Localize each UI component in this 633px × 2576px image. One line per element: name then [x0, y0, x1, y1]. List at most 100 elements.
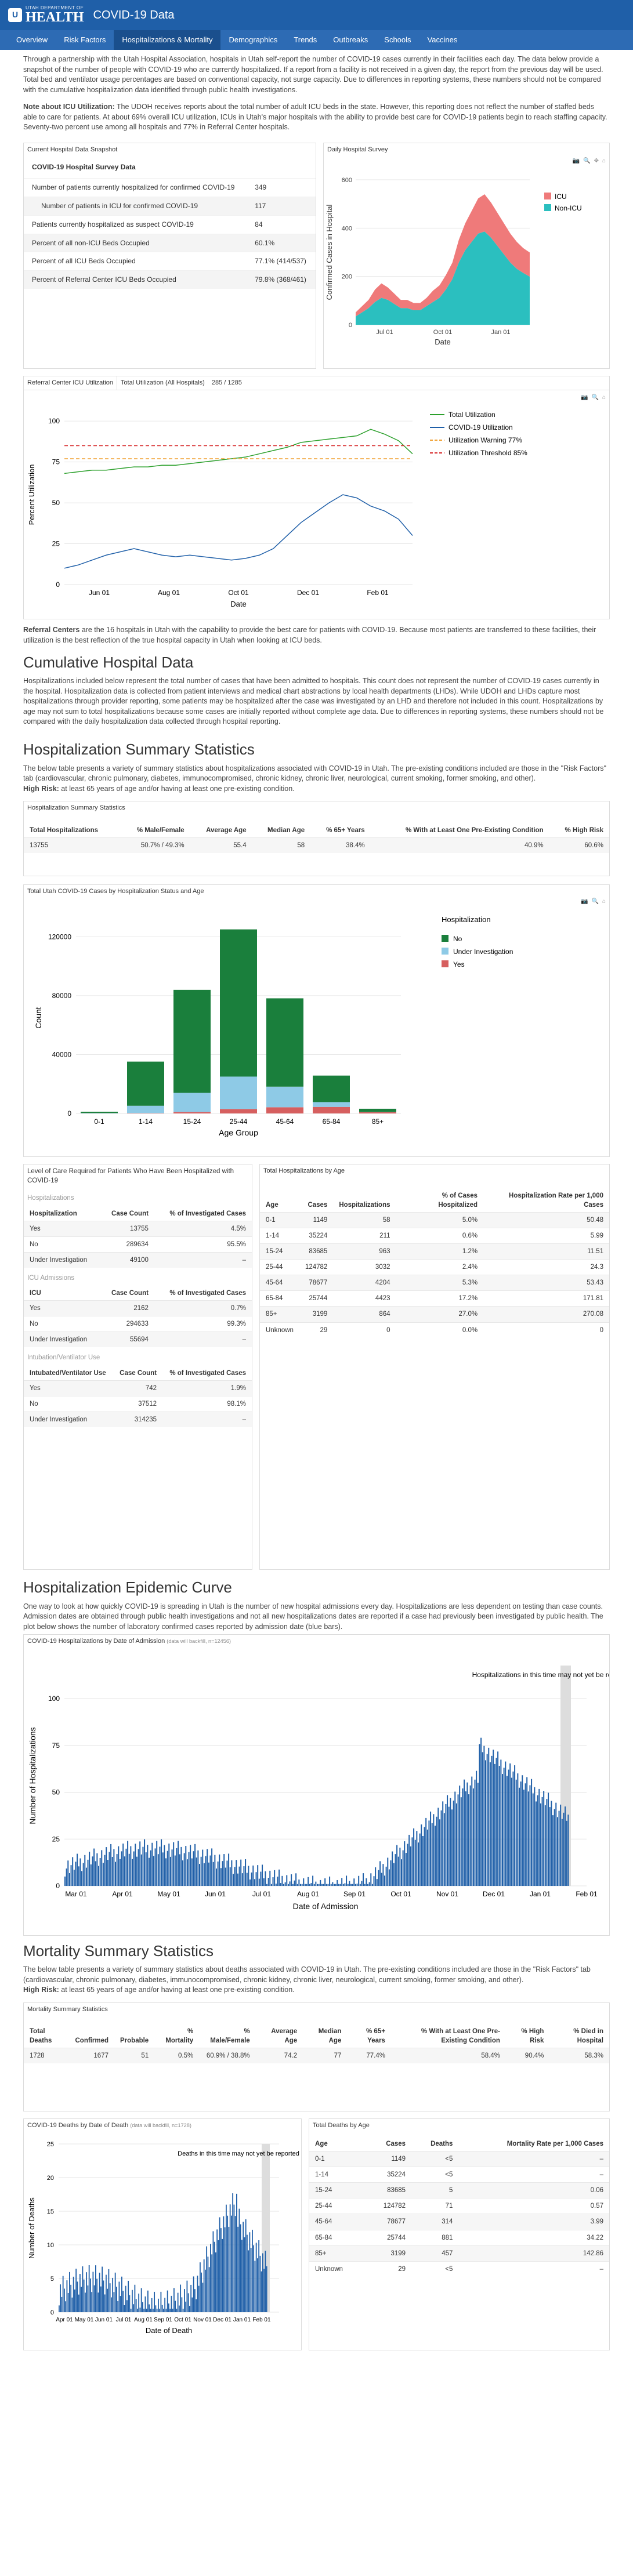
home-icon[interactable]: ⌂ [602, 157, 606, 165]
death-bar [77, 2281, 78, 2312]
death-bar [229, 2204, 231, 2312]
table-cell: 124782 [364, 2198, 412, 2214]
epi-bar [445, 1804, 447, 1886]
table-cell: 53.43 [483, 1275, 609, 1291]
deaths-date-chart[interactable]: 0 5 10 15 20 25 Apr 01 May 01 Jun 01 Jul 01 Aug 01… [24, 2132, 301, 2350]
epi-bar [245, 1859, 247, 1886]
death-bar [104, 2294, 106, 2312]
epi-bar [436, 1816, 437, 1886]
death-bar [144, 2296, 146, 2312]
zoom-icon[interactable]: 🔍 [583, 157, 590, 165]
epi-bar [248, 1866, 249, 1886]
epi-bar [153, 1856, 154, 1886]
epi-bar [339, 1884, 341, 1886]
epi-bar [286, 1875, 288, 1886]
epi-bar [121, 1851, 122, 1886]
pan-icon[interactable]: ✥ [594, 157, 599, 165]
death-bar [67, 2292, 69, 2312]
bar-yes [313, 1106, 350, 1113]
nav-outbreaks[interactable]: Outbreaks [325, 30, 376, 50]
y-tick-label: 15 [47, 2208, 54, 2215]
legend-label: COVID-19 Utilization [448, 423, 513, 431]
camera-icon[interactable]: 📷 [573, 157, 580, 165]
table-cell: <5 [411, 2261, 459, 2277]
snapshot-panel-title: Current Hospital Data Snapshot [27, 146, 118, 153]
death-bar [81, 2287, 82, 2312]
nav-schools[interactable]: Schools [376, 30, 419, 50]
table-cell: 15-24 [260, 1243, 299, 1260]
epi-bar [482, 1752, 483, 1886]
epi-bar [225, 1867, 226, 1886]
death-bar [121, 2276, 122, 2312]
col-header: % Male/Female [210, 2027, 250, 2045]
nav-trends[interactable]: Trends [285, 30, 325, 50]
table-cell: 83685 [299, 1243, 334, 1260]
table-cell: 50.48 [483, 1211, 609, 1228]
epi-bar [477, 1783, 479, 1886]
home-icon[interactable]: ⌂ [602, 394, 606, 402]
nav-overview[interactable]: Overview [8, 30, 56, 50]
death-bar [231, 2215, 232, 2312]
epi-bar [364, 1884, 366, 1886]
death-bar [86, 2272, 88, 2312]
col-header: % of Investigated Cases [169, 1210, 246, 1217]
epi-bar [87, 1859, 89, 1886]
care-title: Level of Care Required for Patients Who … [27, 1168, 234, 1185]
epi-chart-title: COVID-19 Hospitalizations by Date of Adm… [24, 1635, 609, 1648]
nav-risk-factors[interactable]: Risk Factors [56, 30, 114, 50]
camera-icon[interactable]: 📷 [581, 898, 588, 906]
epi-bar [519, 1787, 520, 1886]
epi-bar [544, 1805, 546, 1886]
referral-utilization-chart[interactable]: 0 25 50 75 100 Jun 01 Aug 01 Oct 01 Dec 01 Feb 01… [24, 390, 609, 616]
col-header: Hospitalization Rate per 1,000 Cases [509, 1192, 603, 1209]
table-cell: 1677 [69, 2048, 114, 2064]
col-header: % High Risk [521, 2027, 544, 2045]
legend-label: Yes [453, 960, 465, 968]
epi-bar [459, 1786, 461, 1886]
status-age-chart[interactable]: 0 40000 80000 120000 Age Group Count 0-1 1-14 15… [24, 899, 609, 1154]
nav-hospitalizations-mortality[interactable]: Hospitalizations & Mortality [114, 30, 221, 50]
epi-bar [433, 1814, 435, 1886]
x-tick-label: Aug 01 [134, 2317, 153, 2323]
y-tick-label: 50 [52, 1788, 60, 1797]
table-cell: Yes [24, 1300, 100, 1316]
tab-total-utilization[interactable]: Total Utilization (All Hospitals) [117, 376, 208, 390]
table-row: 45-64 78677 314 3.99 [309, 2214, 609, 2230]
epi-bar [127, 1841, 129, 1886]
epi-bar [272, 1877, 274, 1886]
epi-title: Hospitalization Epidemic Curve [23, 1579, 232, 1597]
nav-demographics[interactable]: Demographics [220, 30, 285, 50]
death-bar [90, 2279, 91, 2312]
epi-bar [145, 1852, 147, 1886]
home-icon[interactable]: ⌂ [602, 898, 606, 906]
epi-curve-chart[interactable]: 0 25 50 75 100 Mar 01 Apr 01 May 01 Jun 01 Jul 01… [24, 1648, 631, 1935]
nav-vaccines[interactable]: Vaccines [419, 30, 466, 50]
daily-survey-chart[interactable]: 0 200 400 600 Jul 01 Oct 01 Jan 01 Date Confirme… [324, 157, 610, 360]
table-cell: 85+ [260, 1306, 299, 1323]
zoom-icon[interactable]: 🔍 [592, 394, 599, 402]
table-cell: 74.2 [255, 2048, 303, 2064]
camera-icon[interactable]: 📷 [581, 394, 588, 402]
col-header: % Male/Female [136, 826, 185, 834]
bar-no [313, 1075, 350, 1102]
epi-bar [480, 1737, 482, 1886]
epi-bar [66, 1868, 67, 1886]
death-bar [97, 2292, 99, 2312]
udoh-logo[interactable]: U UTAH DEPARTMENT OF HEALTH [8, 6, 84, 24]
table-cell: 27.0% [396, 1306, 484, 1323]
epi-bar [497, 1751, 499, 1886]
table-cell: – [162, 1411, 252, 1427]
tab-referral-icu[interactable]: Referral Center ICU Utilization [24, 376, 117, 390]
x-axis-label: Date of Death [146, 2326, 192, 2335]
table-cell: Unknown [309, 2261, 364, 2277]
table-row: 65-84 25744 4423 17.2% 171.81 [260, 1290, 609, 1307]
zoom-icon[interactable]: 🔍 [592, 898, 599, 906]
table-row: Under Investigation 55694– [24, 1331, 252, 1348]
col-header: Hospitalization [30, 1210, 77, 1217]
epi-bar [522, 1775, 523, 1886]
table-row: 1728 1677 51 0.5% 60.9% / 38.8% 74.2 77 77.4% 58… [24, 2048, 609, 2064]
death-bar [74, 2289, 75, 2312]
table-cell: <5 [411, 2167, 459, 2183]
col-header: % Died in Hospital [573, 2027, 603, 2045]
table-row: 13755 50.7% / 49.3% 55.4 58 38.4% 40.9% 60.6% [24, 837, 609, 853]
